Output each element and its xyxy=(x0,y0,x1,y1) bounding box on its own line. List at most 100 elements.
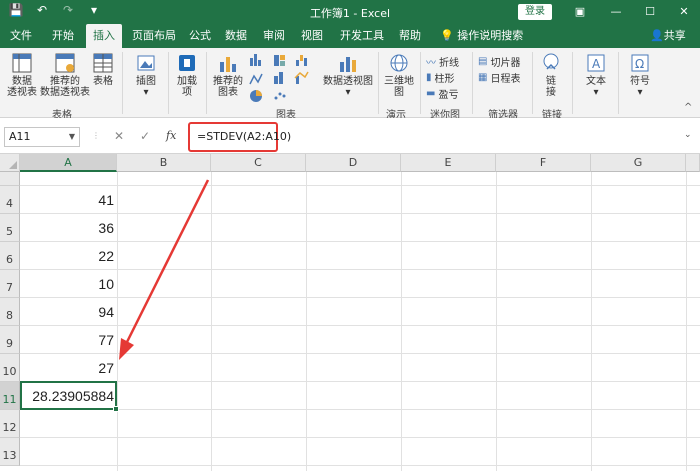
grid-column-line xyxy=(686,172,687,471)
row-header[interactable]: 4 xyxy=(0,186,20,214)
chevron-down-icon[interactable]: ▼ xyxy=(69,128,75,146)
scatter-chart-icon[interactable] xyxy=(274,92,286,100)
cell-a6[interactable]: 22 xyxy=(22,248,114,264)
tab-formulas[interactable]: 公式 xyxy=(186,24,214,48)
combo-chart-icon[interactable] xyxy=(294,71,309,84)
recommended-pivot-button[interactable]: 推荐的 数据透视表 xyxy=(40,52,90,98)
cell-a8[interactable]: 94 xyxy=(22,304,114,320)
table-button[interactable]: 表格 xyxy=(90,52,116,87)
column-header-c[interactable]: C xyxy=(211,154,306,172)
tab-file[interactable]: 文件 xyxy=(4,24,38,48)
3d-map-button[interactable]: 三维地 图 xyxy=(382,52,416,98)
row-header[interactable]: 5 xyxy=(0,214,20,242)
row-header[interactable]: 7 xyxy=(0,270,20,298)
tab-data[interactable]: 数据 xyxy=(222,24,250,48)
tab-view[interactable]: 视图 xyxy=(298,24,326,48)
cell-a9[interactable]: 77 xyxy=(22,332,114,348)
sparkline-line-button[interactable]: 〰折线 xyxy=(426,54,459,69)
illustrations-button[interactable]: 插图 ▾ xyxy=(128,52,164,98)
close-icon[interactable]: ✕ xyxy=(674,2,694,22)
expand-formula-bar-icon[interactable]: ⌄ xyxy=(684,130,692,140)
svg-text:A: A xyxy=(592,57,601,71)
link-button[interactable]: 链 接 xyxy=(538,52,564,98)
pie-chart-icon[interactable] xyxy=(250,90,262,102)
row-header[interactable]: 12 xyxy=(0,410,20,438)
row-header[interactable]: 6 xyxy=(0,242,20,270)
redo-icon[interactable]: ↷ xyxy=(60,3,76,17)
row-header[interactable]: 13 xyxy=(0,438,20,466)
sparkline-column-icon: ▮ xyxy=(426,72,432,83)
sparkline-column-button[interactable]: ▮ 柱形 xyxy=(426,70,455,85)
grid-row-line xyxy=(20,213,700,214)
illustrations-label: 插图 xyxy=(136,76,156,87)
grid-row-line xyxy=(20,241,700,242)
text-button[interactable]: A 文本 ▾ xyxy=(578,52,614,98)
column-header-g[interactable]: G xyxy=(591,154,686,172)
row-header[interactable]: 8 xyxy=(0,298,20,326)
tab-insert[interactable]: 插入 xyxy=(86,24,122,48)
enter-icon[interactable]: ✓ xyxy=(140,129,150,143)
tab-home[interactable]: 开始 xyxy=(46,24,80,48)
grid-column-line xyxy=(211,172,212,471)
row-header[interactable]: 10 xyxy=(0,354,20,382)
cell-a7[interactable]: 10 xyxy=(22,276,114,292)
grid-column-line xyxy=(306,172,307,471)
column-header-a[interactable]: A xyxy=(20,154,117,172)
formula-input[interactable]: =STDEV(A2:A10) xyxy=(197,130,291,143)
line-chart-icon[interactable] xyxy=(249,73,263,85)
share-button[interactable]: 👤共享 xyxy=(650,24,686,48)
column-header-b[interactable]: B xyxy=(117,154,211,172)
timeline-button[interactable]: ▦ 日程表 xyxy=(478,70,520,85)
addins-button[interactable]: 加载 项 xyxy=(172,52,202,98)
grid-column-line xyxy=(591,172,592,471)
select-all-button[interactable] xyxy=(0,154,20,172)
tab-review[interactable]: 审阅 xyxy=(260,24,288,48)
collapse-ribbon-icon[interactable]: ^ xyxy=(684,102,692,113)
tab-help[interactable]: 帮助 xyxy=(396,24,424,48)
row-header[interactable]: 9 xyxy=(0,326,20,354)
chevron-down-icon: ▾ xyxy=(593,87,599,98)
3d-map-label: 三维地 图 xyxy=(384,76,414,98)
pivot-chart-button[interactable]: 数据透视图 ▾ xyxy=(320,52,376,98)
ribbon-display-options-icon[interactable]: ▣ xyxy=(570,2,590,22)
stat-chart-icon[interactable] xyxy=(274,72,283,84)
restore-icon[interactable]: ☐ xyxy=(640,2,660,22)
ribbon-separator xyxy=(206,52,207,114)
grid-row-line xyxy=(20,269,700,270)
name-box[interactable]: A11 ▼ xyxy=(4,127,80,147)
cell-a10[interactable]: 27 xyxy=(22,360,114,376)
ribbon-separator xyxy=(378,52,379,114)
cancel-icon[interactable]: ✕ xyxy=(114,129,124,143)
addins-icon xyxy=(179,55,195,71)
symbol-button[interactable]: Ω 符号 ▾ xyxy=(622,52,658,98)
insert-function-button[interactable]: fx xyxy=(166,129,176,142)
sparkline-winloss-button[interactable]: ▬ 盈亏 xyxy=(426,86,458,101)
illustrations-icon xyxy=(137,55,155,71)
recommended-charts-button[interactable]: 推荐的 图表 xyxy=(210,52,246,98)
pivot-chart-label: 数据透视图 xyxy=(323,76,373,87)
column-header-d[interactable]: D xyxy=(306,154,401,172)
column-header-e[interactable]: E xyxy=(401,154,496,172)
tell-me-search[interactable]: 💡 操作说明搜索 xyxy=(440,24,523,48)
column-chart-icon[interactable] xyxy=(250,54,261,66)
pivot-chart-icon xyxy=(340,57,356,72)
slicer-button[interactable]: ▤ 切片器 xyxy=(478,54,520,69)
recommended-pivot-icon xyxy=(55,53,75,73)
undo-icon[interactable]: ↶ xyxy=(34,3,50,17)
tab-page-layout[interactable]: 页面布局 xyxy=(128,24,180,48)
pivot-table-button[interactable]: 数据 透视表 xyxy=(4,52,40,98)
formula-bar: A11 ▼ ⋮ ✕ ✓ fx =STDEV(A2:A10) ⌄ xyxy=(0,118,700,154)
minimize-icon[interactable]: — xyxy=(606,2,626,22)
save-icon[interactable]: 💾 xyxy=(8,3,24,17)
login-button[interactable]: 登录 xyxy=(518,4,552,20)
cell-a4[interactable]: 41 xyxy=(22,192,114,208)
row-header[interactable]: 11 xyxy=(0,382,20,410)
worksheet-grid[interactable]: A B C D E F G 4 41 5 36 6 22 7 10 8 94 9 77 10 27 11 28… xyxy=(0,154,700,471)
waterfall-chart-icon[interactable] xyxy=(296,55,307,66)
customize-qat-icon[interactable]: ▾ xyxy=(86,3,102,17)
cell-a5[interactable]: 36 xyxy=(22,220,114,236)
tab-developer[interactable]: 开发工具 xyxy=(336,24,388,48)
column-header-f[interactable]: F xyxy=(496,154,591,172)
hierarchy-chart-icon[interactable] xyxy=(274,55,285,66)
fill-handle[interactable] xyxy=(113,406,119,412)
